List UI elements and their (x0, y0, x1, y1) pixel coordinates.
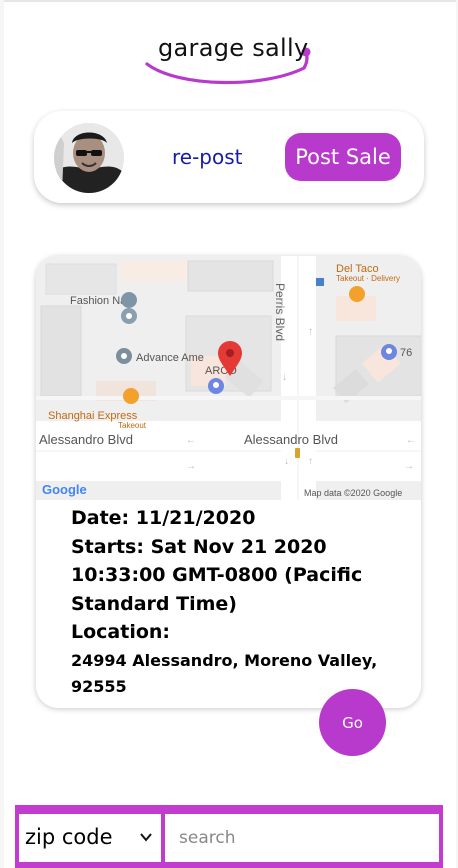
go-button[interactable]: Go (319, 689, 386, 756)
location-label: Location: (71, 621, 171, 643)
search-bar: zip code (15, 805, 443, 868)
svg-text:↑: ↑ (308, 456, 313, 467)
svg-text:↓: ↓ (282, 372, 287, 383)
svg-text:76: 76 (400, 347, 412, 359)
map-canvas: ← ← → → ↑ ↓ ↓ ↑ Alessandro Blvd Alessand… (36, 256, 421, 500)
zip-code-select[interactable]: zip code (19, 814, 161, 862)
svg-text:Alessandro Blvd: Alessandro Blvd (39, 432, 133, 447)
logo: garage sally (4, 30, 456, 100)
svg-text:Alessandro Blvd: Alessandro Blvd (244, 432, 338, 447)
svg-text:Google: Google (42, 482, 87, 497)
sale-starts-3: Standard Time) (71, 592, 237, 615)
sale-date: Date: 11/21/2020 (71, 507, 256, 529)
svg-text:Perris Blvd: Perris Blvd (273, 283, 287, 341)
svg-text:Map data ©2020 Google: Map data ©2020 Google (304, 488, 402, 498)
svg-text:Takeout · Delivery: Takeout · Delivery (336, 274, 400, 283)
sale-card: ← ← → → ↑ ↓ ↓ ↑ Alessandro Blvd Alessand… (36, 256, 421, 708)
svg-text:→: → (404, 461, 414, 472)
zip-select-value: zip code (25, 825, 113, 849)
search-input[interactable] (165, 814, 439, 862)
svg-text:←: ← (406, 435, 416, 446)
svg-text:Advance Ame: Advance Ame (136, 352, 204, 364)
svg-text:↓: ↓ (284, 456, 289, 467)
logo-text: garage sally (158, 34, 309, 62)
chevron-down-icon (140, 833, 152, 842)
address-line-1: 24994 Alessandro, Moreno Valley, (71, 650, 378, 670)
map[interactable]: ← ← → → ↑ ↓ ↓ ↑ Alessandro Blvd Alessand… (36, 256, 421, 500)
sale-starts-2: 10:33:00 GMT-0800 (Pacific (71, 564, 363, 586)
repost-link[interactable]: re-post (172, 145, 243, 169)
sale-info: Date: 11/21/2020 Starts: Sat Nov 21 2020… (71, 504, 401, 699)
avatar-image (54, 123, 124, 193)
svg-text:→: → (186, 461, 196, 472)
svg-text:↑: ↑ (308, 326, 313, 337)
svg-text:←: ← (186, 435, 196, 446)
sale-starts-1: Starts: Sat Nov 21 2020 (71, 535, 327, 558)
post-sale-button[interactable]: Post Sale (285, 133, 401, 181)
svg-text:Takeout: Takeout (118, 421, 147, 430)
page: garage sally re-post Post Sale ← ← → → ↑… (4, 0, 456, 868)
avatar[interactable] (54, 123, 124, 193)
profile-card: re-post Post Sale (34, 111, 424, 203)
